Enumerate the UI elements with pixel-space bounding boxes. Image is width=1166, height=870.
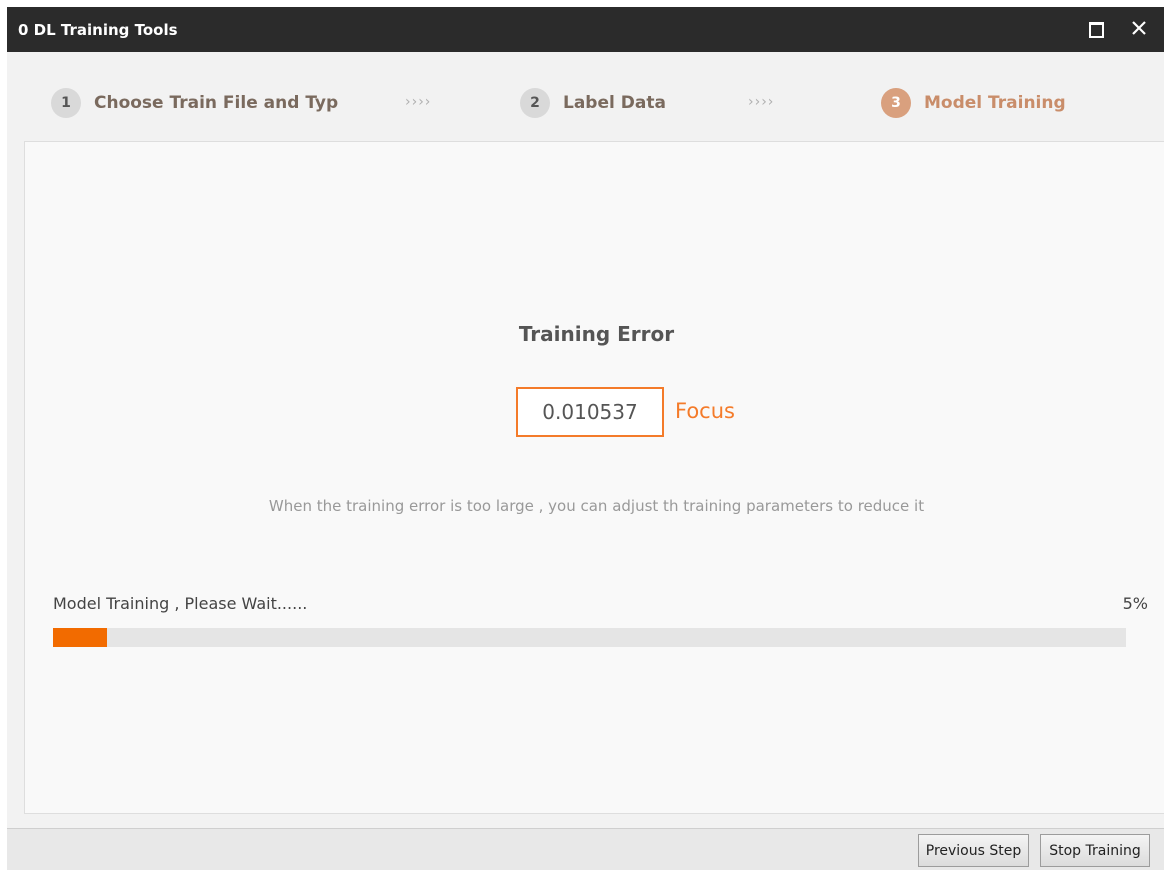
step-number: 2 xyxy=(520,88,550,118)
training-error-title: Training Error xyxy=(518,322,675,346)
step-model-training: 3 Model Training xyxy=(881,88,1066,118)
stop-training-button[interactable]: Stop Training xyxy=(1040,834,1150,867)
step-label: Model Training xyxy=(924,93,1066,113)
progress-label: Model Training , Please Wait...... xyxy=(53,594,308,613)
step-number: 3 xyxy=(881,88,911,118)
close-icon[interactable] xyxy=(1128,17,1150,39)
focus-label: Focus xyxy=(675,399,735,423)
training-hint: When the training error is too large , y… xyxy=(268,497,925,515)
step-separator-arrows: ›››› xyxy=(405,94,432,110)
step-label: Label Data xyxy=(563,93,666,113)
step-separator-arrows: ›››› xyxy=(748,94,775,110)
previous-step-button[interactable]: Previous Step xyxy=(918,834,1029,867)
maximize-icon[interactable] xyxy=(1089,22,1104,38)
title-bar: 0 DL Training Tools xyxy=(7,7,1164,52)
window-title: 0 DL Training Tools xyxy=(18,21,178,39)
step-choose-train-file: 1 Choose Train File and Typ xyxy=(51,88,338,118)
training-error-value: 0.010537 xyxy=(516,387,664,437)
progress-percent: 5% xyxy=(1122,594,1148,613)
progress-bar xyxy=(53,628,1126,647)
step-label-data: 2 Label Data xyxy=(520,88,666,118)
wizard-steps: 1 Choose Train File and Typ ›››› 2 Label… xyxy=(7,52,1164,140)
app-window: 0 DL Training Tools 1 Choose Train File … xyxy=(7,7,1164,870)
training-panel: Training Error 0.010537 Focus When the t… xyxy=(24,141,1164,814)
step-label: Choose Train File and Typ xyxy=(94,93,339,113)
progress-bar-fill xyxy=(53,628,107,647)
step-number: 1 xyxy=(51,88,81,118)
bottom-toolbar: Previous Step Stop Training xyxy=(7,828,1164,870)
